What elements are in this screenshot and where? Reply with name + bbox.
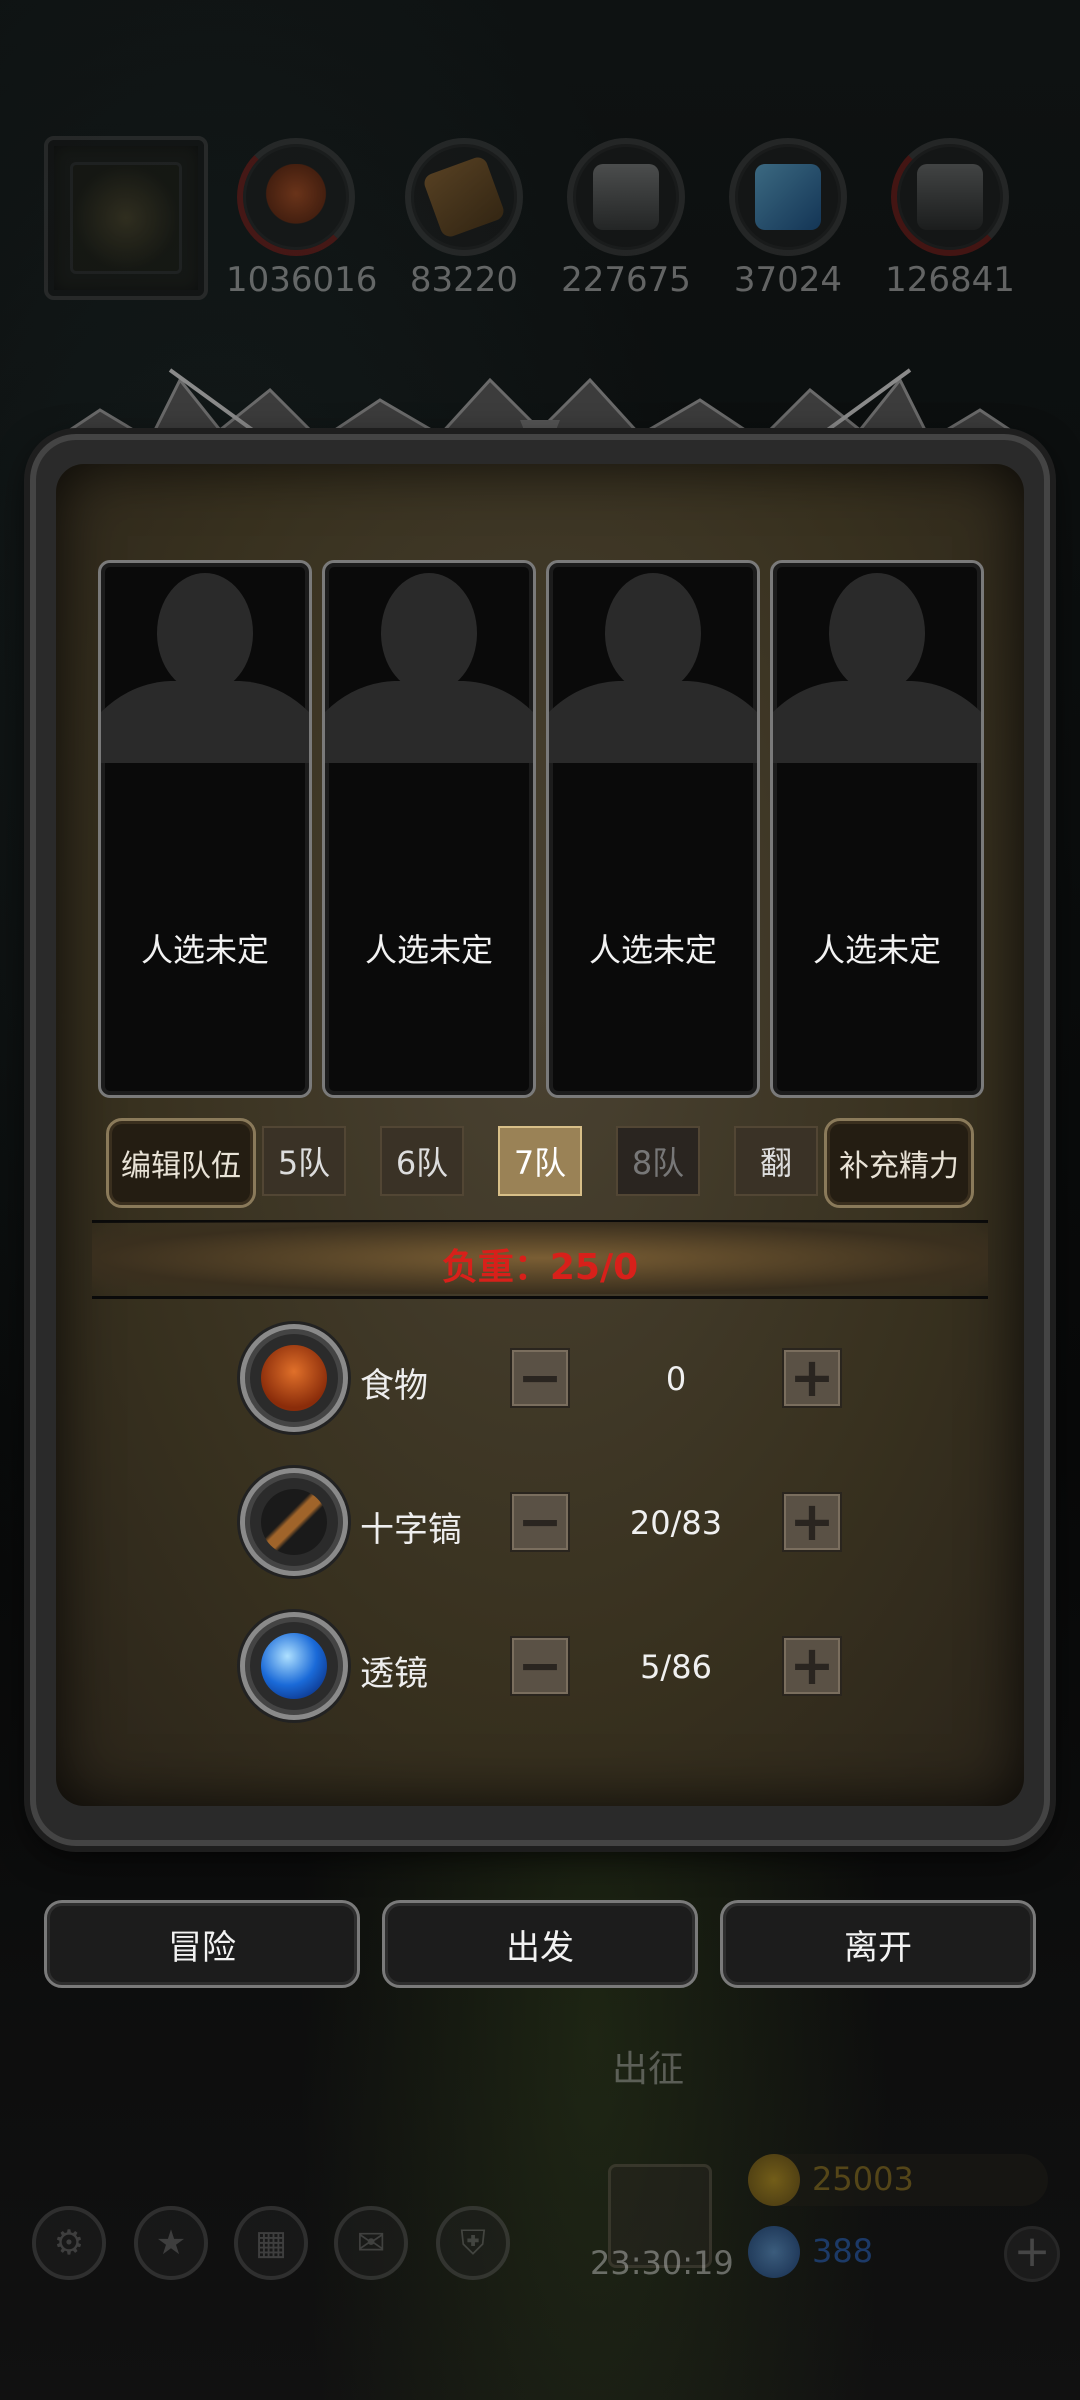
hero-slot-2[interactable]: 人选未定 <box>322 560 536 1098</box>
gold-amount: 25003 <box>812 2160 914 2198</box>
food-increase-button[interactable]: + <box>782 1348 842 1408</box>
hero-slot-3[interactable]: 人选未定 <box>546 560 760 1098</box>
lens-increase-button[interactable]: + <box>782 1636 842 1696</box>
mail-icon[interactable]: ✉ <box>334 2206 408 2280</box>
settings-icon[interactable]: ⚙ <box>32 2206 106 2280</box>
slot-label: 人选未定 <box>812 931 941 969</box>
tab-team-7[interactable]: 7队 <box>498 1126 582 1196</box>
refill-energy-button[interactable]: 补充精力 <box>824 1118 974 1208</box>
edit-team-button[interactable]: 编辑队伍 <box>106 1118 256 1208</box>
silhouette-icon <box>549 573 757 763</box>
resource-food: 1036016 <box>226 138 378 300</box>
resource-steel: 126841 <box>880 138 1020 300</box>
pickaxe-quantity: 20/83 <box>629 1504 723 1542</box>
tab-team-5[interactable]: 5队 <box>262 1126 346 1196</box>
wood-icon <box>421 154 507 240</box>
load-weight-label: 负重：25/0 <box>441 1247 639 1288</box>
resource-value: 37024 <box>733 260 843 300</box>
resource-crystal: 37024 <box>718 138 858 300</box>
gold-coin-icon <box>748 2154 800 2206</box>
gem-icon <box>748 2226 800 2278</box>
resource-value: 1036016 <box>226 260 378 300</box>
resource-value: 83220 <box>409 260 519 300</box>
leave-button[interactable]: 离开 <box>720 1900 1036 1988</box>
resource-iron: 227675 <box>556 138 696 300</box>
tab-team-6[interactable]: 6队 <box>380 1126 464 1196</box>
supply-name: 透镜 <box>360 1654 428 1694</box>
food-icon <box>240 1324 348 1432</box>
pickaxe-increase-button[interactable]: + <box>782 1492 842 1552</box>
star-icon[interactable]: ★ <box>134 2206 208 2280</box>
add-currency-button[interactable]: + <box>1004 2226 1060 2282</box>
hero-slot-1[interactable]: 人选未定 <box>98 560 312 1098</box>
steel-icon <box>917 164 983 230</box>
adventure-button[interactable]: 冒险 <box>44 1900 360 1988</box>
gift-timer: 23:30:19 <box>590 2244 734 2282</box>
resource-value: 227675 <box>561 260 691 300</box>
slot-label: 人选未定 <box>140 931 269 969</box>
food-decrease-button[interactable]: − <box>510 1348 570 1408</box>
slot-label: 人选未定 <box>364 931 493 969</box>
gate-icon[interactable]: ▦ <box>234 2206 308 2280</box>
hero-slot-4[interactable]: 人选未定 <box>770 560 984 1098</box>
supply-name: 十字镐 <box>360 1510 462 1550</box>
silhouette-icon <box>325 573 533 763</box>
resource-wood: 83220 <box>394 138 534 300</box>
slot-label: 人选未定 <box>588 931 717 969</box>
lens-quantity: 5/86 <box>640 1648 712 1686</box>
shield-icon[interactable]: ⛨ <box>436 2206 510 2280</box>
flip-button[interactable]: 翻 <box>734 1126 818 1196</box>
food-quantity: 0 <box>665 1360 687 1398</box>
food-icon <box>263 164 329 230</box>
crystal-icon <box>755 164 821 230</box>
tab-team-8[interactable]: 8队 <box>616 1126 700 1196</box>
expedition-label: 出征 <box>611 2049 684 2090</box>
depart-button[interactable]: 出发 <box>382 1900 698 1988</box>
lens-decrease-button[interactable]: − <box>510 1636 570 1696</box>
silhouette-icon <box>101 573 309 763</box>
lens-icon <box>240 1612 348 1720</box>
player-avatar[interactable] <box>44 136 208 300</box>
iron-icon <box>593 164 659 230</box>
resource-value: 126841 <box>885 260 1015 300</box>
gem-amount: 388 <box>812 2232 874 2270</box>
divider <box>92 1296 988 1299</box>
pickaxe-icon <box>240 1468 348 1576</box>
supply-name: 食物 <box>360 1366 428 1406</box>
pickaxe-decrease-button[interactable]: − <box>510 1492 570 1552</box>
silhouette-icon <box>773 573 981 763</box>
